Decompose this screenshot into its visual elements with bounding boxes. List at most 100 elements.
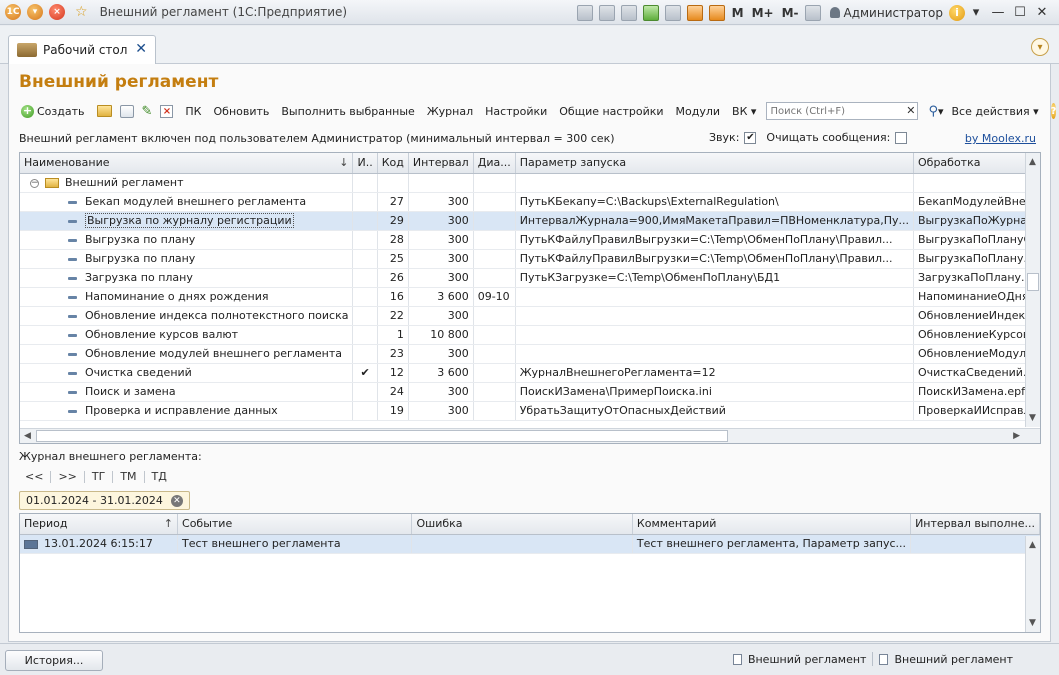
app-logo-icon[interactable]: 1С <box>5 4 21 20</box>
table-row[interactable]: Бекап модулей внешнего регламента 27 300 Пу… <box>20 192 1040 212</box>
pk-button[interactable]: ПК <box>181 101 205 121</box>
create-button[interactable]: + Создать <box>17 101 89 121</box>
scroll-up-icon[interactable]: ▲ <box>1029 157 1036 167</box>
col-name[interactable]: Наименование ↓ <box>20 153 354 174</box>
refresh-button[interactable]: Обновить <box>210 101 274 121</box>
table-row[interactable]: Проверка и исправление данных 19 300 Убрать… <box>20 401 1040 421</box>
col-param[interactable]: Параметр запуска <box>515 153 915 174</box>
table-row[interactable]: Выгрузка по журналу регистрации 29 300 Инте… <box>20 211 1040 231</box>
table-row[interactable]: Обновление курсов валют 1 10 800 Обновление… <box>20 325 1040 345</box>
main-menu-icon[interactable]: ▾ <box>27 4 43 20</box>
moolex-link[interactable]: by Moolex.ru <box>965 132 1036 145</box>
col-flag[interactable]: И.. <box>352 153 378 174</box>
open-window-2[interactable]: Внешний регламент <box>873 653 1019 666</box>
info-icon[interactable]: i <box>949 4 965 21</box>
windows-icon[interactable] <box>805 4 822 21</box>
task-flag <box>352 382 378 402</box>
nav-current-year-button[interactable]: ТГ <box>88 470 109 483</box>
col-range[interactable]: Диа... <box>473 153 516 174</box>
add-group-button[interactable] <box>93 101 116 121</box>
table-row[interactable]: Поиск и замена 24 300 ПоискИЗамена\ПримерПо… <box>20 382 1040 402</box>
scroll-right-icon[interactable]: ▶ <box>1013 431 1020 441</box>
period-filter[interactable]: 01.01.2024 - 31.01.2024 ✕ <box>19 491 190 510</box>
scroll-thumb[interactable] <box>1027 273 1039 291</box>
task-flag <box>352 287 378 307</box>
col-comment[interactable]: Комментарий <box>632 514 912 535</box>
task-handler: ПроверкаИИсправлениеДан... <box>913 401 1040 421</box>
table-row[interactable]: Очистка сведений ✔ 12 3 600 ЖурналВнешнегоРе… <box>20 363 1040 383</box>
print-icon[interactable] <box>598 4 615 21</box>
chevron-down-icon[interactable]: ▾ <box>1031 38 1049 56</box>
col-period[interactable]: Период ↑ <box>20 514 179 535</box>
sound-checkbox[interactable]: ✔ <box>744 131 757 144</box>
maximize-button[interactable]: ☐ <box>1009 5 1031 20</box>
preview-icon[interactable] <box>620 4 637 21</box>
journal-vertical-scrollbar[interactable]: ▲ ▼ <box>1025 536 1040 632</box>
info-dropdown-icon[interactable]: ▾ <box>965 5 987 20</box>
col-handler[interactable]: Обработка <box>913 153 1040 174</box>
table-row[interactable]: 13.01.2024 6:15:17 Тест внешнего регламен… <box>20 534 1040 554</box>
table-row[interactable]: Загрузка по плану 26 300 ПутьКЗагрузке=C:\T… <box>20 268 1040 288</box>
settings-button[interactable]: Настройки <box>481 101 551 121</box>
calendar-icon[interactable] <box>708 4 725 21</box>
document-icon[interactable] <box>664 4 681 21</box>
collapse-icon[interactable]: − <box>30 178 39 188</box>
memory-minus-button[interactable]: M- <box>782 6 799 20</box>
copy-button[interactable] <box>116 101 138 121</box>
favorites-star-icon[interactable]: ☆ <box>75 4 88 20</box>
nav-prev-button[interactable]: << <box>21 470 47 483</box>
group-row[interactable]: − Внешний регламент <box>20 173 1040 193</box>
delete-button[interactable]: × <box>156 101 177 121</box>
col-event[interactable]: Событие <box>177 514 413 535</box>
scroll-left-icon[interactable]: ◀ <box>24 431 31 441</box>
hscroll-thumb[interactable] <box>36 430 728 442</box>
clear-search-icon[interactable]: ✕ <box>906 104 915 117</box>
memory-m-button[interactable]: M <box>732 6 744 20</box>
journal-button[interactable]: Журнал <box>423 101 477 121</box>
common-settings-button[interactable]: Общие настройки <box>555 101 667 121</box>
close-window-button[interactable]: ✕ <box>1031 5 1053 20</box>
history-button[interactable]: История... <box>5 650 103 671</box>
task-range <box>473 268 516 288</box>
scroll-down-icon[interactable]: ▼ <box>1029 413 1036 423</box>
task-item-icon <box>68 276 77 280</box>
col-exec-interval[interactable]: Интервал выполне... <box>910 514 1040 535</box>
help-icon[interactable]: ? <box>1050 103 1057 119</box>
table-row[interactable]: Обновление индекса полнотекстного поиска… <box>20 306 1040 326</box>
tab-desktop[interactable]: Рабочий стол ✕ <box>8 35 156 64</box>
close-tab-icon[interactable]: ✕ <box>135 41 147 57</box>
tasks-horizontal-scrollbar[interactable]: ◀ ▶ <box>20 428 1040 443</box>
clear-period-icon[interactable]: ✕ <box>170 494 183 507</box>
minimize-button[interactable]: — <box>987 5 1009 20</box>
calculator-icon[interactable] <box>686 4 703 21</box>
edit-button[interactable]: ✎ <box>138 101 157 121</box>
table-row[interactable]: Напоминание о днях рождения 16 3 600 09-10 Н… <box>20 287 1040 307</box>
add-favorite-icon[interactable] <box>642 4 659 21</box>
nav-next-button[interactable]: >> <box>54 470 80 483</box>
nav-current-day-button[interactable]: ТД <box>148 470 171 483</box>
col-code[interactable]: Код <box>377 153 409 174</box>
nav-current-month-button[interactable]: ТМ <box>116 470 140 483</box>
modules-button[interactable]: Модули <box>672 101 725 121</box>
all-actions-button[interactable]: Все действия ▾ <box>948 101 1043 121</box>
col-error[interactable]: Ошибка <box>411 514 633 535</box>
tasks-vertical-scrollbar[interactable]: ▲ ▼ <box>1025 153 1040 427</box>
clear-messages-checkbox[interactable] <box>895 131 908 144</box>
memory-plus-button[interactable]: M+ <box>752 6 774 20</box>
table-row[interactable]: Выгрузка по плану 28 300 ПутьКФайлуПравилВы… <box>20 230 1040 250</box>
table-row[interactable]: Выгрузка по плану 25 300 ПутьКФайлуПравилВы… <box>20 249 1040 269</box>
tab-desktop-label: Рабочий стол <box>43 43 128 57</box>
scroll-down-icon[interactable]: ▼ <box>1029 618 1036 628</box>
vk-menu-button[interactable]: ВК ▾ <box>728 101 760 121</box>
current-user[interactable]: Администратор <box>830 6 943 20</box>
save-icon[interactable] <box>576 4 593 21</box>
scroll-up-icon[interactable]: ▲ <box>1029 540 1036 550</box>
open-window-1[interactable]: Внешний регламент <box>727 653 873 666</box>
col-interval[interactable]: Интервал <box>408 153 474 174</box>
search-button[interactable]: ⚲ ▾ <box>918 101 947 121</box>
table-row[interactable]: Обновление модулей внешнего регламента 23… <box>20 344 1040 364</box>
search-input[interactable] <box>767 103 918 119</box>
close-app-icon[interactable]: × <box>49 4 65 20</box>
chevron-down-icon: ▾ <box>747 104 757 118</box>
run-selected-button[interactable]: Выполнить выбранные <box>277 101 418 121</box>
